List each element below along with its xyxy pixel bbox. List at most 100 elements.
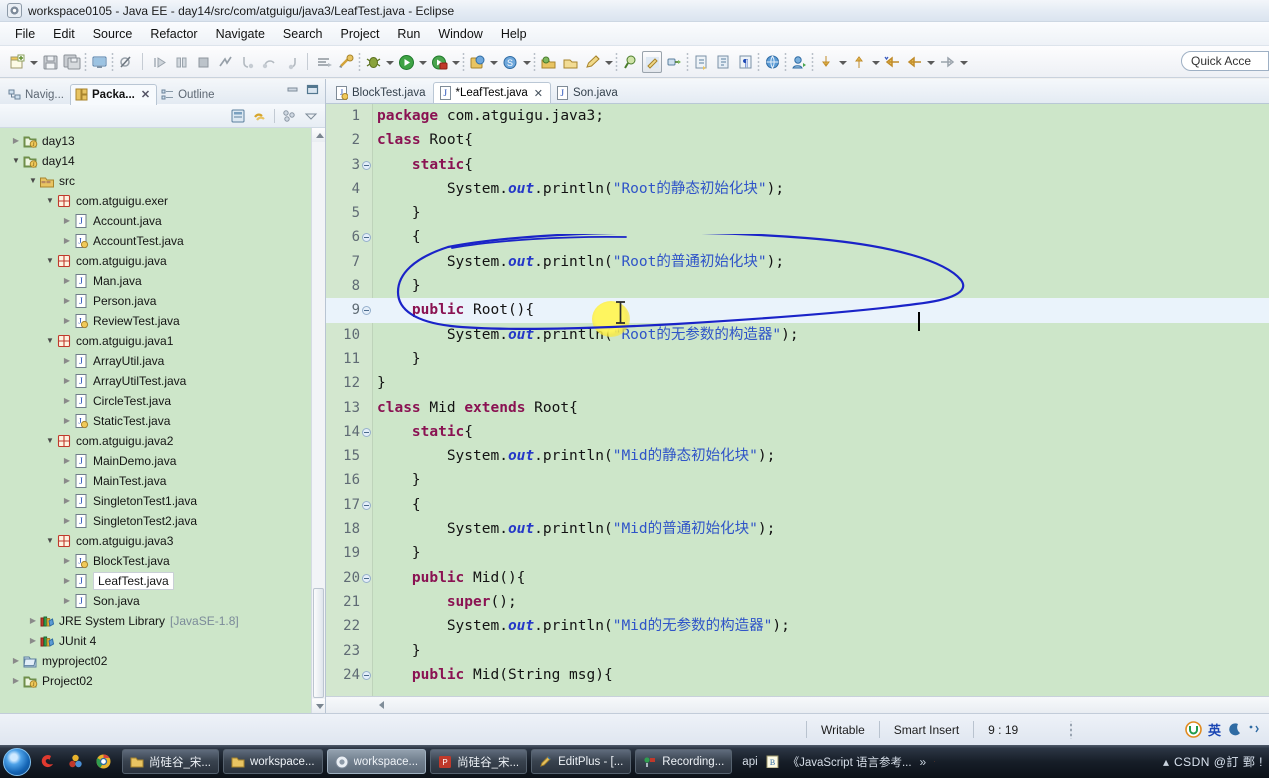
- code-line[interactable]: 13 class Mid extends Root{: [326, 396, 1269, 420]
- menu-project[interactable]: Project: [332, 25, 389, 43]
- pencil-dropdown-icon[interactable]: [603, 51, 614, 73]
- tree-item[interactable]: ▼ com.atguigu.java: [0, 251, 325, 271]
- fold-toggle-icon[interactable]: [362, 160, 371, 170]
- code-line[interactable]: 4 System.out.println("Root的静态初始化块");: [326, 177, 1269, 201]
- tree-item[interactable]: ▶ J ReviewTest.java: [0, 311, 325, 331]
- debug-icon[interactable]: [363, 51, 383, 73]
- tree-item[interactable]: ▶ J CircleTest.java: [0, 391, 325, 411]
- taskbar-button-workspace-folder[interactable]: workspace...: [222, 749, 323, 774]
- terminate-icon[interactable]: [193, 51, 213, 73]
- view-tab-outline[interactable]: Outline: [157, 85, 220, 105]
- sogou-icon[interactable]: [39, 753, 56, 770]
- menu-edit[interactable]: Edit: [44, 25, 84, 43]
- menu-window[interactable]: Window: [429, 25, 491, 43]
- javascript-doc-icon[interactable]: B: [766, 755, 780, 769]
- tree-vertical-scrollbar[interactable]: [311, 128, 325, 713]
- tree-item[interactable]: ▼ com.atguigu.java1: [0, 331, 325, 351]
- code-line[interactable]: 11}: [326, 347, 1269, 371]
- view-dropdown-icon[interactable]: [303, 108, 319, 124]
- menu-file[interactable]: File: [6, 25, 44, 43]
- external-tools-icon[interactable]: [336, 51, 356, 73]
- tree-item[interactable]: ▶ J StaticTest.java: [0, 411, 325, 431]
- code-line[interactable]: 16}: [326, 468, 1269, 492]
- new-java-project-dropdown-icon[interactable]: [488, 51, 499, 73]
- fold-toggle-icon[interactable]: [362, 427, 371, 437]
- code-line[interactable]: 5}: [326, 201, 1269, 225]
- twisty-collapsed-icon[interactable]: ▶: [61, 291, 73, 311]
- open-type-icon[interactable]: [538, 51, 558, 73]
- show-hidden-icons-icon[interactable]: ▴: [1163, 755, 1169, 769]
- fold-toggle-icon[interactable]: [362, 670, 371, 680]
- save-all-icon[interactable]: [62, 51, 82, 73]
- new-wizard-dropdown-icon[interactable]: [28, 51, 39, 73]
- skip-breakpoints-icon[interactable]: [116, 51, 136, 73]
- step-return-icon[interactable]: [281, 51, 301, 73]
- open-task-icon[interactable]: [560, 51, 580, 73]
- link-icon[interactable]: [664, 51, 684, 73]
- toolbar-handle-7[interactable]: [685, 52, 690, 71]
- tree-item[interactable]: ▶ J Project02: [0, 671, 325, 691]
- tree-item[interactable]: ▶ J SingletonTest2.java: [0, 511, 325, 531]
- tray-item-javascript-ref[interactable]: 《JavaScript 语言参考...: [788, 754, 912, 770]
- run-last-tool-icon[interactable]: [314, 51, 334, 73]
- tree-item[interactable]: ▶ J AccountTest.java: [0, 231, 325, 251]
- menu-run[interactable]: Run: [388, 25, 429, 43]
- toolbar-handle-5[interactable]: [532, 52, 537, 71]
- tree-item[interactable]: ▼ com.atguigu.exer: [0, 191, 325, 211]
- toolbar-handle-4[interactable]: [461, 52, 466, 71]
- project-tree[interactable]: ▶ Jday13 ▼ Jday14 ▼ src ▼ com.atguigu.exer ▶ J Acc…: [0, 128, 325, 713]
- taskbar-button-editplus[interactable]: EditPlus - [...: [531, 749, 632, 774]
- view-tab-package-explorer[interactable]: Packa... ✕: [70, 84, 158, 105]
- next-annotation-icon[interactable]: [691, 51, 711, 73]
- twisty-collapsed-icon[interactable]: ▶: [61, 211, 73, 231]
- taskbar-button-recording[interactable]: Recording...: [635, 749, 733, 774]
- menu-refactor[interactable]: Refactor: [141, 25, 206, 43]
- code-line[interactable]: 10 System.out.println("Root的无参数的构造器");: [326, 323, 1269, 347]
- hscroll-left-button[interactable]: [374, 697, 389, 713]
- backward-dropdown-icon[interactable]: [837, 51, 848, 73]
- menu-navigate[interactable]: Navigate: [207, 25, 274, 43]
- code-line[interactable]: 20 public Mid(){: [326, 566, 1269, 590]
- tree-item[interactable]: ▼ src: [0, 171, 325, 191]
- ime-language-label[interactable]: 英: [1208, 720, 1221, 739]
- twisty-collapsed-icon[interactable]: ▶: [61, 351, 73, 371]
- twisty-collapsed-icon[interactable]: ▶: [10, 671, 22, 691]
- tree-item[interactable]: ▶ J MainDemo.java: [0, 451, 325, 471]
- toolbar-handle-8[interactable]: [756, 52, 761, 71]
- twisty-expanded-icon[interactable]: ▼: [44, 431, 56, 451]
- start-button[interactable]: [3, 747, 31, 776]
- scroll-thumb[interactable]: [313, 588, 324, 698]
- code-line[interactable]: 19}: [326, 541, 1269, 565]
- pencil-icon[interactable]: [582, 51, 602, 73]
- tree-item[interactable]: ▶ JRE System Library [JavaSE-1.8]: [0, 611, 325, 631]
- fold-toggle-icon[interactable]: [362, 306, 371, 316]
- backward-icon[interactable]: [816, 51, 836, 73]
- twisty-collapsed-icon[interactable]: ▶: [61, 311, 73, 331]
- twisty-collapsed-icon[interactable]: ▶: [61, 571, 73, 591]
- code-line[interactable]: 15 System.out.println("Mid的静态初始化块");: [326, 444, 1269, 468]
- editor-tab-blocktest[interactable]: J BlockTest.java: [330, 83, 433, 104]
- new-package-icon[interactable]: S: [500, 51, 520, 73]
- tree-item[interactable]: ▶ J BlockTest.java: [0, 551, 325, 571]
- tree-item[interactable]: ▶ J SingletonTest1.java: [0, 491, 325, 511]
- code-line[interactable]: 12}: [326, 371, 1269, 395]
- tray-overflow-icon[interactable]: »: [920, 755, 927, 769]
- run-dropdown-icon[interactable]: [417, 51, 428, 73]
- view-menu-icon[interactable]: [281, 108, 297, 124]
- view-tab-navigator[interactable]: Navig...: [4, 85, 70, 105]
- pilcrow-icon[interactable]: ¶: [735, 51, 755, 73]
- editor-horizontal-scrollbar[interactable]: [326, 696, 1269, 713]
- tree-item[interactable]: ▶ Jday13: [0, 131, 325, 151]
- source-code[interactable]: 1 package com.atguigu.java3; 2 class Root{3…: [326, 104, 1269, 713]
- tree-item[interactable]: ▶ J Son.java: [0, 591, 325, 611]
- code-line[interactable]: 22 System.out.println("Mid的无参数的构造器");: [326, 614, 1269, 638]
- twisty-expanded-icon[interactable]: ▼: [44, 251, 56, 271]
- resume-icon[interactable]: [149, 51, 169, 73]
- toolbar-handle-3[interactable]: [357, 52, 362, 71]
- tree-item[interactable]: ▶ J Man.java: [0, 271, 325, 291]
- back-history-icon[interactable]: [882, 51, 902, 73]
- editor-tab-son[interactable]: J Son.java: [551, 83, 625, 104]
- toolbar-handle-2[interactable]: [110, 52, 115, 71]
- save-icon[interactable]: [40, 51, 60, 73]
- code-line[interactable]: 21 super();: [326, 590, 1269, 614]
